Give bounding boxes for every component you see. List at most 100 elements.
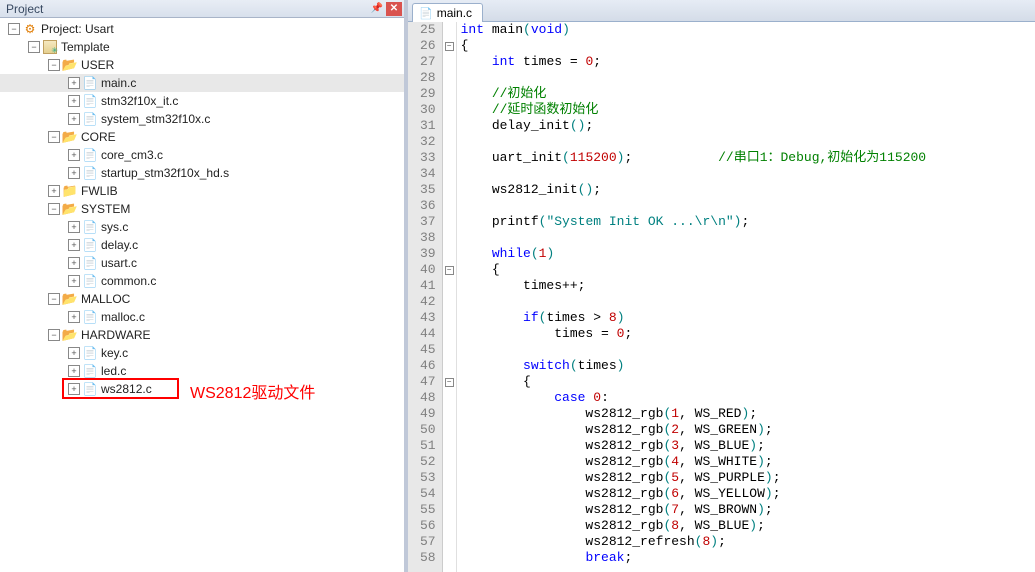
collapse-icon[interactable]: − <box>48 203 60 215</box>
file-icon: 📄 <box>82 309 98 325</box>
tab-main-c[interactable]: 📄 main.c <box>412 3 483 22</box>
code-line[interactable]: ws2812_rgb(2, WS_GREEN); <box>461 422 1035 438</box>
expand-icon[interactable]: + <box>68 347 80 359</box>
code-line[interactable]: //延时函数初始化 <box>461 102 1035 118</box>
tree-item-label: SYSTEM <box>81 202 400 216</box>
code-editor[interactable]: 2526272829303132333435363738394041424344… <box>408 22 1035 572</box>
tree-item[interactable]: +📄startup_stm32f10x_hd.s <box>0 164 404 182</box>
project-panel-title: Project <box>6 2 368 16</box>
tree-item-label: FWLIB <box>81 184 400 198</box>
folder-open-icon: 📂 <box>62 201 78 217</box>
collapse-icon[interactable]: − <box>8 23 20 35</box>
fold-toggle-icon[interactable]: − <box>445 266 454 275</box>
code-line[interactable]: ws2812_refresh(8); <box>461 534 1035 550</box>
expand-icon[interactable]: + <box>68 257 80 269</box>
code-line[interactable] <box>461 294 1035 310</box>
code-line[interactable]: ws2812_init(); <box>461 182 1035 198</box>
code-line[interactable]: uart_init(115200); //串口1：Debug,初始化为11520… <box>461 150 1035 166</box>
expand-icon[interactable]: + <box>68 167 80 179</box>
fold-toggle-icon[interactable]: − <box>445 378 454 387</box>
line-number: 48 <box>420 390 436 406</box>
code-line[interactable]: if(times > 8) <box>461 310 1035 326</box>
expand-icon[interactable]: + <box>68 311 80 323</box>
code-line[interactable]: printf("System Init OK ...\r\n"); <box>461 214 1035 230</box>
collapse-icon[interactable]: − <box>48 293 60 305</box>
tree-item[interactable]: +📄sys.c <box>0 218 404 236</box>
code-line[interactable] <box>461 134 1035 150</box>
expand-icon[interactable]: + <box>68 113 80 125</box>
tree-item[interactable]: +📄key.c <box>0 344 404 362</box>
code-line[interactable]: { <box>461 374 1035 390</box>
code-line[interactable]: ws2812_rgb(4, WS_WHITE); <box>461 454 1035 470</box>
collapse-icon[interactable]: − <box>48 329 60 341</box>
code-line[interactable]: int times = 0; <box>461 54 1035 70</box>
tree-item[interactable]: +📄usart.c <box>0 254 404 272</box>
tree-item[interactable]: +📄common.c <box>0 272 404 290</box>
fold-column[interactable]: − − − <box>443 22 457 572</box>
code-line[interactable]: ws2812_rgb(7, WS_BROWN); <box>461 502 1035 518</box>
pin-icon[interactable]: 📌 <box>369 2 385 16</box>
code-line[interactable]: case 0: <box>461 390 1035 406</box>
expand-icon[interactable]: + <box>68 275 80 287</box>
tree-item[interactable]: +📁FWLIB <box>0 182 404 200</box>
tree-item[interactable]: +📄core_cm3.c <box>0 146 404 164</box>
code-line[interactable] <box>461 342 1035 358</box>
code-line[interactable]: break; <box>461 550 1035 566</box>
expand-icon[interactable]: + <box>68 77 80 89</box>
code-line[interactable]: while(1) <box>461 246 1035 262</box>
code-line[interactable]: ws2812_rgb(8, WS_BLUE); <box>461 518 1035 534</box>
code-line[interactable]: ws2812_rgb(3, WS_BLUE); <box>461 438 1035 454</box>
code-line[interactable]: int main(void) <box>461 22 1035 38</box>
line-number: 31 <box>420 118 436 134</box>
tree-item-label: main.c <box>101 76 400 90</box>
tab-bar: 📄 main.c <box>408 0 1035 22</box>
code-line[interactable]: delay_init(); <box>461 118 1035 134</box>
code-line[interactable]: { <box>461 262 1035 278</box>
code-content[interactable]: int main(void){ int times = 0; //初始化 //延… <box>457 22 1035 572</box>
collapse-icon[interactable]: − <box>28 41 40 53</box>
code-line[interactable]: times++; <box>461 278 1035 294</box>
code-line[interactable] <box>461 230 1035 246</box>
tree-item[interactable]: −📂HARDWARE <box>0 326 404 344</box>
tree-item[interactable]: −📂SYSTEM <box>0 200 404 218</box>
tree-item[interactable]: −📂MALLOC <box>0 290 404 308</box>
folder-open-icon: 📂 <box>62 129 78 145</box>
close-icon[interactable]: ✕ <box>386 2 402 16</box>
line-number: 50 <box>420 422 436 438</box>
tree-item[interactable]: +📄led.c <box>0 362 404 380</box>
project-tree[interactable]: −⚙Project: Usart−Template−📂USER+📄main.c+… <box>0 18 404 572</box>
expand-icon[interactable]: + <box>68 149 80 161</box>
expand-icon[interactable]: + <box>68 239 80 251</box>
expand-icon[interactable]: + <box>68 95 80 107</box>
code-line[interactable]: ws2812_rgb(6, WS_YELLOW); <box>461 486 1035 502</box>
code-line[interactable]: switch(times) <box>461 358 1035 374</box>
fold-toggle-icon[interactable]: − <box>445 42 454 51</box>
tree-item[interactable]: +📄system_stm32f10x.c <box>0 110 404 128</box>
expand-icon[interactable]: + <box>68 221 80 233</box>
tree-item[interactable]: +📄main.c <box>0 74 404 92</box>
collapse-icon[interactable]: − <box>48 59 60 71</box>
expand-icon[interactable]: + <box>48 185 60 197</box>
tree-item[interactable]: −📂USER <box>0 56 404 74</box>
tree-item[interactable]: +📄delay.c <box>0 236 404 254</box>
expand-icon[interactable]: + <box>68 383 80 395</box>
file-icon: 📄 <box>82 111 98 127</box>
file-icon: 📄 <box>82 165 98 181</box>
collapse-icon[interactable]: − <box>48 131 60 143</box>
tree-item-label: led.c <box>101 364 400 378</box>
tree-item[interactable]: −⚙Project: Usart <box>0 20 404 38</box>
tree-item[interactable]: +📄malloc.c <box>0 308 404 326</box>
code-line[interactable]: ws2812_rgb(1, WS_RED); <box>461 406 1035 422</box>
tree-item[interactable]: −📂CORE <box>0 128 404 146</box>
code-line[interactable]: times = 0; <box>461 326 1035 342</box>
tree-item[interactable]: +📄stm32f10x_it.c <box>0 92 404 110</box>
code-line[interactable] <box>461 70 1035 86</box>
code-line[interactable]: ws2812_rgb(5, WS_PURPLE); <box>461 470 1035 486</box>
code-line[interactable]: { <box>461 38 1035 54</box>
code-line[interactable]: //初始化 <box>461 86 1035 102</box>
code-line[interactable] <box>461 198 1035 214</box>
line-number: 41 <box>420 278 436 294</box>
tree-item[interactable]: −Template <box>0 38 404 56</box>
code-line[interactable] <box>461 166 1035 182</box>
expand-icon[interactable]: + <box>68 365 80 377</box>
